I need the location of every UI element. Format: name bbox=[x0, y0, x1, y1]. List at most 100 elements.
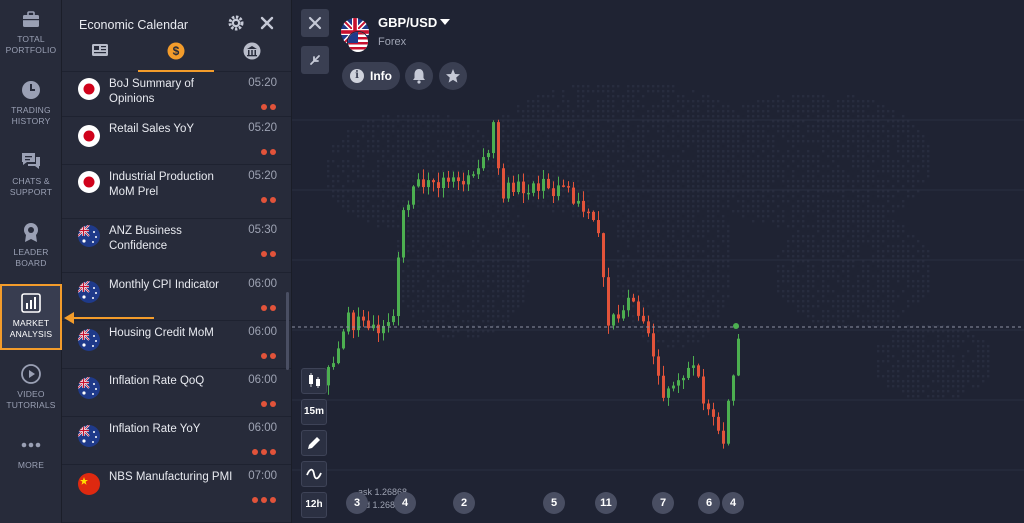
news-badge[interactable]: 11 bbox=[595, 492, 617, 514]
event-row[interactable]: Housing Credit MoM 06:00 bbox=[62, 321, 291, 369]
candle-body bbox=[702, 376, 705, 404]
app-root: TOTAL PORTFOLIO TRADING HISTORY CHATS & … bbox=[0, 0, 1024, 523]
us-flag-icon bbox=[347, 31, 369, 53]
minimize-chart-button[interactable] bbox=[301, 46, 329, 74]
candle-body bbox=[337, 348, 340, 364]
alert-button[interactable] bbox=[405, 62, 433, 90]
candle-body bbox=[407, 204, 410, 211]
event-time: 06:00 bbox=[248, 278, 277, 290]
period-button[interactable]: 12h bbox=[301, 492, 327, 518]
tab-calendar[interactable]: $ bbox=[138, 40, 214, 70]
chart-type-button[interactable] bbox=[301, 368, 327, 394]
candle-body bbox=[727, 400, 730, 444]
event-row[interactable]: Industrial Production MoM Prel 05:20 bbox=[62, 165, 291, 219]
nav-chats-support[interactable]: CHATS & SUPPORT bbox=[0, 142, 62, 208]
nav-trading-history[interactable]: TRADING HISTORY bbox=[0, 71, 62, 137]
candle-body bbox=[347, 312, 350, 332]
candle-body bbox=[397, 257, 400, 317]
event-row[interactable]: NBS Manufacturing PMI 07:00 bbox=[62, 465, 291, 523]
current-price-marker bbox=[733, 323, 739, 329]
gear-icon[interactable] bbox=[227, 14, 245, 32]
info-button[interactable]: i Info bbox=[342, 62, 400, 90]
candle-body bbox=[417, 179, 420, 187]
nav-label: CHATS & SUPPORT bbox=[9, 176, 53, 197]
timeframe-button[interactable]: 15m bbox=[301, 399, 327, 425]
candle-body bbox=[577, 200, 580, 204]
indicators-button[interactable] bbox=[301, 461, 327, 487]
candle-body bbox=[562, 185, 565, 187]
nav-total-portfolio[interactable]: TOTAL PORTFOLIO bbox=[0, 0, 62, 66]
nav-leader-board[interactable]: LEADER BOARD bbox=[0, 213, 62, 279]
news-badge[interactable]: 6 bbox=[698, 492, 720, 514]
svg-text:$: $ bbox=[173, 44, 180, 58]
asset-name[interactable]: GBP/USD bbox=[378, 15, 437, 30]
impact-dot bbox=[261, 353, 267, 359]
event-name: NBS Manufacturing PMI bbox=[109, 471, 233, 483]
candle-body bbox=[467, 175, 470, 185]
candle-body bbox=[487, 153, 490, 158]
nav-market-analysis[interactable]: MARKET ANALYSIS bbox=[0, 284, 62, 350]
candle-body bbox=[667, 388, 670, 398]
news-badge[interactable]: 4 bbox=[722, 492, 744, 514]
tab-news[interactable] bbox=[62, 40, 138, 70]
close-icon[interactable] bbox=[259, 15, 275, 31]
panel-scrollbar[interactable] bbox=[286, 292, 289, 370]
event-row[interactable]: Inflation Rate YoY 06:00 bbox=[62, 417, 291, 465]
candle-body bbox=[722, 430, 725, 444]
bank-icon bbox=[243, 42, 261, 60]
impact-dot bbox=[261, 401, 267, 407]
candlestick-chart[interactable] bbox=[292, 0, 1024, 523]
candle-body bbox=[362, 316, 365, 321]
asset-category: Forex bbox=[378, 36, 407, 48]
info-label: Info bbox=[370, 69, 392, 83]
event-time: 05:20 bbox=[248, 170, 277, 182]
close-icon bbox=[308, 16, 322, 30]
drawing-tools-button[interactable] bbox=[301, 430, 327, 456]
annotation-arrow bbox=[64, 312, 154, 324]
event-row[interactable]: Retail Sales YoY 05:20 bbox=[62, 117, 291, 165]
nav-label: MORE bbox=[17, 460, 45, 470]
candle-body bbox=[427, 180, 430, 188]
event-name: Housing Credit MoM bbox=[109, 327, 214, 339]
news-badge[interactable]: 7 bbox=[652, 492, 674, 514]
australia-flag-icon bbox=[78, 329, 100, 351]
collapse-arrows-icon bbox=[310, 55, 320, 65]
chart-area[interactable]: GBP/USD Forex i Info 15m 12h ask 1.26868… bbox=[292, 0, 1024, 523]
impact-dot bbox=[270, 401, 276, 407]
tab-bank[interactable] bbox=[214, 40, 290, 70]
candle-body bbox=[682, 377, 685, 381]
candle-body bbox=[507, 182, 510, 199]
candle-body bbox=[587, 211, 590, 214]
candle-body bbox=[447, 177, 450, 182]
news-badge[interactable]: 4 bbox=[394, 492, 416, 514]
nav-more[interactable]: MORE bbox=[0, 426, 62, 492]
impact-dot bbox=[252, 497, 258, 503]
candle-body bbox=[497, 122, 500, 169]
impact-dot bbox=[261, 104, 267, 110]
candle-body bbox=[457, 177, 460, 182]
event-row[interactable]: ANZ Business Confidence 05:30 bbox=[62, 219, 291, 273]
candle-body bbox=[342, 331, 345, 349]
event-row[interactable]: Inflation Rate QoQ 06:00 bbox=[62, 369, 291, 417]
candle-body bbox=[387, 322, 390, 326]
impact-indicator bbox=[258, 346, 276, 359]
event-name: Inflation Rate QoQ bbox=[109, 375, 205, 387]
candle-body bbox=[572, 187, 575, 204]
impact-dot bbox=[270, 497, 276, 503]
candle-body bbox=[657, 356, 660, 376]
chevron-down-icon[interactable] bbox=[440, 19, 450, 25]
news-badge[interactable]: 2 bbox=[453, 492, 475, 514]
favorite-button[interactable] bbox=[439, 62, 467, 90]
candles-icon bbox=[309, 373, 320, 388]
china-flag-icon bbox=[78, 473, 100, 495]
news-badge[interactable]: 5 bbox=[543, 492, 565, 514]
left-nav: TOTAL PORTFOLIO TRADING HISTORY CHATS & … bbox=[0, 0, 62, 523]
news-badge[interactable]: 3 bbox=[346, 492, 368, 514]
japan-flag-icon bbox=[78, 78, 100, 100]
candle-body bbox=[602, 233, 605, 278]
event-row[interactable]: BoJ Summary of Opinions 05:20 bbox=[62, 72, 291, 117]
bell-icon bbox=[413, 69, 425, 84]
nav-video-tutorials[interactable]: VIDEO TUTORIALS bbox=[0, 355, 62, 421]
impact-dot bbox=[252, 449, 258, 455]
close-chart-button[interactable] bbox=[301, 9, 329, 37]
